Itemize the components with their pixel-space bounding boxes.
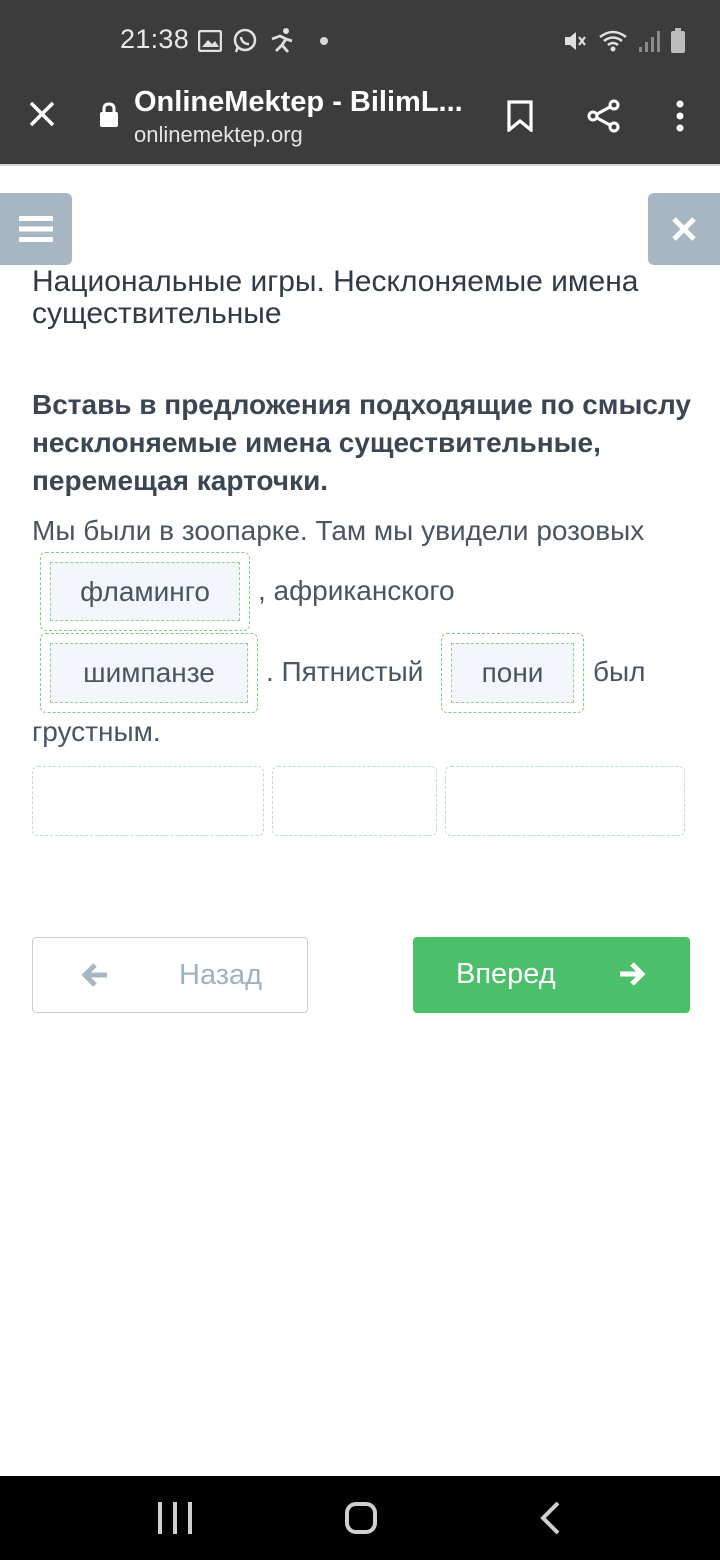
word-card-flamingo[interactable]: фламинго [50,562,240,621]
notification-dot [320,37,328,45]
sentence-part-4: был [593,656,646,687]
system-navigation-bar [0,1476,720,1560]
card-bank-slot[interactable] [272,766,437,836]
recent-apps-button[interactable] [158,1502,192,1534]
arrow-right-icon [620,962,646,986]
more-vert-icon [676,100,684,132]
recent-apps-icon [158,1502,162,1534]
menu-button[interactable] [0,193,72,265]
more-options-button[interactable] [658,94,702,138]
wifi-icon [599,30,627,52]
status-icons-left [198,26,328,56]
arrow-left-icon [81,963,107,987]
share-button[interactable] [582,94,626,138]
mute-icon [565,32,586,50]
sentence-part-5: грустным. [32,716,161,747]
image-icon [198,30,222,52]
status-time: 21:38 [120,24,190,54]
close-tab-button[interactable] [22,94,62,134]
lock-icon [100,102,118,127]
card-bank-slot[interactable] [32,766,264,836]
activity-icon [271,28,293,53]
browser-toolbar: OnlineMektep - BilimL... onlinemektep.or… [0,82,720,164]
lesson-title: Национальные игры. Несклоняемые имена су… [32,265,639,330]
sentence-part-2: , африканского [258,575,455,606]
status-icons-right [562,26,686,56]
drop-slot-2[interactable]: шимпанзе [40,633,258,713]
drop-slot-3[interactable]: пони [441,633,584,713]
back-button[interactable]: Назад [32,937,308,1013]
close-icon [672,217,696,241]
toolbar-divider [0,164,720,166]
status-bar: 21:38 [0,0,720,82]
battery-icon [671,28,685,53]
bookmark-button[interactable] [498,94,542,138]
menu-icon [19,216,53,242]
close-panel-button[interactable] [648,193,720,265]
word-card-pony[interactable]: пони [451,643,574,703]
back-button-label: Назад [179,959,263,991]
drop-slot-1[interactable]: фламинго [40,552,250,631]
signal-icon [639,31,660,52]
whatsapp-icon [233,28,257,53]
home-button[interactable] [345,1502,377,1534]
bookmark-icon [507,100,533,132]
next-button-label: Вперед [456,958,556,990]
share-icon [587,99,620,133]
close-icon [29,101,55,127]
sentence-part-3: . Пятнистый [266,656,424,687]
task-instruction: Вставь в предложения подходящие по смысл… [32,389,691,496]
word-card-chimpanzee[interactable]: шимпанзе [50,643,248,703]
card-bank-slot[interactable] [445,766,685,836]
browser-page-title: OnlineMektep - BilimL... [134,86,463,118]
browser-url[interactable]: onlinemektep.org [134,122,303,148]
system-back-button[interactable] [536,1500,564,1536]
next-button[interactable]: Вперед [413,937,690,1013]
sentence-part-1: Мы были в зоопарке. Там мы увидели розов… [32,515,645,546]
